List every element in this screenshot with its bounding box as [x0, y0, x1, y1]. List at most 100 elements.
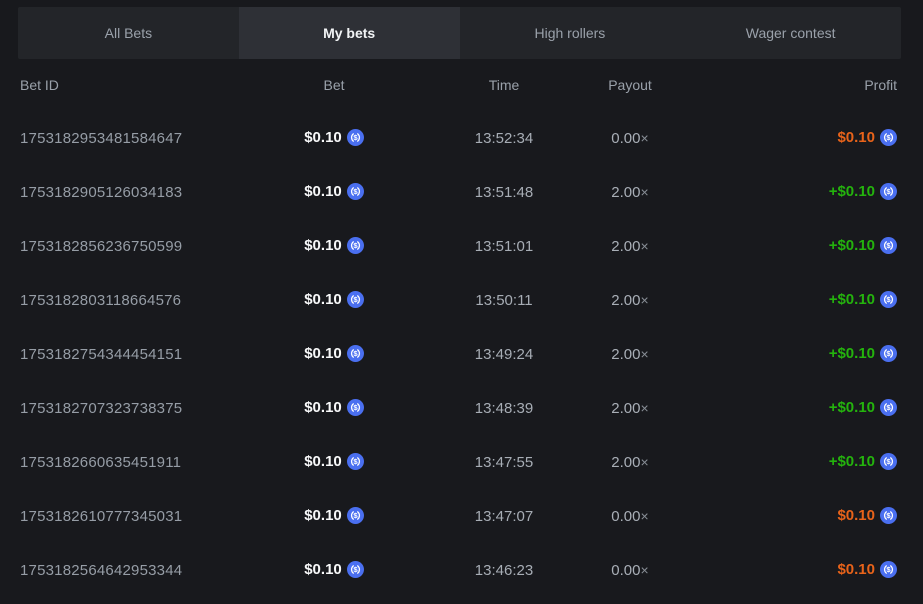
table-row[interactable]: 1753182754344454151 $0.10 $ 13:49:24 2.0…: [20, 327, 897, 381]
table-row[interactable]: 1753182707323738375 $0.10 $ 13:48:39 2.0…: [20, 381, 897, 435]
usdc-coin-icon: $: [347, 291, 364, 308]
table-row[interactable]: 1753182905126034183 $0.10 $ 13:51:48 2.0…: [20, 165, 897, 219]
bet-id: 1753182905126034183: [20, 184, 250, 201]
multiplier-sign: ×: [641, 130, 649, 146]
bet-time: 13:51:48: [418, 184, 590, 201]
bet-amount-value: $0.10: [304, 561, 342, 578]
bet-profit-value: +$0.10: [829, 453, 875, 470]
usdc-coin-icon: $: [347, 399, 364, 416]
usdc-coin-icon: $: [880, 399, 897, 416]
bet-profit: $0.10 $: [670, 507, 897, 525]
bet-profit-value: +$0.10: [829, 399, 875, 416]
bet-time: 13:47:07: [418, 508, 590, 525]
bet-id: 1753182564642953344: [20, 562, 250, 579]
bet-id: 1753182754344454151: [20, 346, 250, 363]
bets-table: Bet ID Bet Time Payout Profit 1753182953…: [0, 59, 923, 597]
multiplier-sign: ×: [641, 508, 649, 524]
bet-amount: $0.10 $: [250, 291, 418, 309]
multiplier-sign: ×: [641, 346, 649, 362]
bet-profit: +$0.10 $: [670, 183, 897, 201]
column-header-time: Time: [418, 77, 590, 93]
bet-time: 13:46:23: [418, 562, 590, 579]
usdc-coin-icon: $: [880, 291, 897, 308]
column-header-bet-id: Bet ID: [20, 77, 250, 93]
usdc-coin-icon: $: [347, 507, 364, 524]
bet-amount: $0.10 $: [250, 129, 418, 147]
bet-profit-value: $0.10: [837, 129, 875, 146]
bet-amount-value: $0.10: [304, 291, 342, 308]
bet-amount: $0.10 $: [250, 399, 418, 417]
bet-amount-value: $0.10: [304, 453, 342, 470]
table-row[interactable]: 1753182564642953344 $0.10 $ 13:46:23 0.0…: [20, 543, 897, 597]
multiplier-sign: ×: [641, 400, 649, 416]
multiplier-sign: ×: [641, 292, 649, 308]
usdc-coin-icon: $: [880, 561, 897, 578]
table-row[interactable]: 1753182803118664576 $0.10 $ 13:50:11 2.0…: [20, 273, 897, 327]
tab-high-rollers[interactable]: High rollers: [460, 7, 681, 59]
bet-amount: $0.10 $: [250, 561, 418, 579]
tab-all-bets[interactable]: All Bets: [18, 7, 239, 59]
multiplier-sign: ×: [641, 184, 649, 200]
bet-payout: 2.00×: [590, 292, 670, 309]
bet-amount: $0.10 $: [250, 507, 418, 525]
table-row[interactable]: 1753182660635451911 $0.10 $ 13:47:55 2.0…: [20, 435, 897, 489]
bet-time: 13:52:34: [418, 130, 590, 147]
bet-amount: $0.10 $: [250, 345, 418, 363]
bet-amount-value: $0.10: [304, 345, 342, 362]
bet-profit-value: +$0.10: [829, 237, 875, 254]
bet-amount-value: $0.10: [304, 507, 342, 524]
column-header-bet: Bet: [250, 77, 418, 93]
bet-amount-value: $0.10: [304, 183, 342, 200]
table-header-row: Bet ID Bet Time Payout Profit: [20, 59, 897, 111]
usdc-coin-icon: $: [880, 237, 897, 254]
table-row[interactable]: 1753182610777345031 $0.10 $ 13:47:07 0.0…: [20, 489, 897, 543]
bet-amount-value: $0.10: [304, 399, 342, 416]
usdc-coin-icon: $: [347, 183, 364, 200]
multiplier-sign: ×: [641, 238, 649, 254]
bet-payout: 2.00×: [590, 400, 670, 417]
bet-id: 1753182856236750599: [20, 238, 250, 255]
bet-profit: +$0.10 $: [670, 453, 897, 471]
table-row[interactable]: 1753182953481584647 $0.10 $ 13:52:34 0.0…: [20, 111, 897, 165]
tab-my-bets[interactable]: My bets: [239, 7, 460, 59]
bet-payout: 2.00×: [590, 184, 670, 201]
bet-payout: 2.00×: [590, 454, 670, 471]
bet-time: 13:51:01: [418, 238, 590, 255]
usdc-coin-icon: $: [880, 507, 897, 524]
bet-profit-value: +$0.10: [829, 183, 875, 200]
usdc-coin-icon: $: [347, 129, 364, 146]
bet-amount: $0.10 $: [250, 237, 418, 255]
bet-id: 1753182610777345031: [20, 508, 250, 525]
bet-id: 1753182953481584647: [20, 130, 250, 147]
bet-profit: +$0.10 $: [670, 291, 897, 309]
bet-payout: 0.00×: [590, 562, 670, 579]
bet-profit-value: +$0.10: [829, 291, 875, 308]
usdc-coin-icon: $: [880, 183, 897, 200]
usdc-coin-icon: $: [347, 453, 364, 470]
bet-time: 13:48:39: [418, 400, 590, 417]
table-row[interactable]: 1753182856236750599 $0.10 $ 13:51:01 2.0…: [20, 219, 897, 273]
bet-amount: $0.10 $: [250, 183, 418, 201]
bet-payout: 2.00×: [590, 346, 670, 363]
bet-id: 1753182660635451911: [20, 454, 250, 471]
bet-profit: +$0.10 $: [670, 345, 897, 363]
usdc-coin-icon: $: [347, 345, 364, 362]
multiplier-sign: ×: [641, 562, 649, 578]
bet-id: 1753182707323738375: [20, 400, 250, 417]
bet-payout: 2.00×: [590, 238, 670, 255]
bet-time: 13:47:55: [418, 454, 590, 471]
column-header-profit: Profit: [670, 77, 897, 93]
usdc-coin-icon: $: [880, 453, 897, 470]
bet-profit: $0.10 $: [670, 561, 897, 579]
bet-id: 1753182803118664576: [20, 292, 250, 309]
usdc-coin-icon: $: [347, 237, 364, 254]
tab-wager-contest[interactable]: Wager contest: [680, 7, 901, 59]
bet-profit: $0.10 $: [670, 129, 897, 147]
bet-payout: 0.00×: [590, 130, 670, 147]
bet-amount-value: $0.10: [304, 237, 342, 254]
bet-profit-value: $0.10: [837, 561, 875, 578]
bets-tabbar: All Bets My bets High rollers Wager cont…: [18, 7, 901, 59]
table-body: 1753182953481584647 $0.10 $ 13:52:34 0.0…: [20, 111, 897, 597]
bet-profit-value: $0.10: [837, 507, 875, 524]
bet-profit-value: +$0.10: [829, 345, 875, 362]
